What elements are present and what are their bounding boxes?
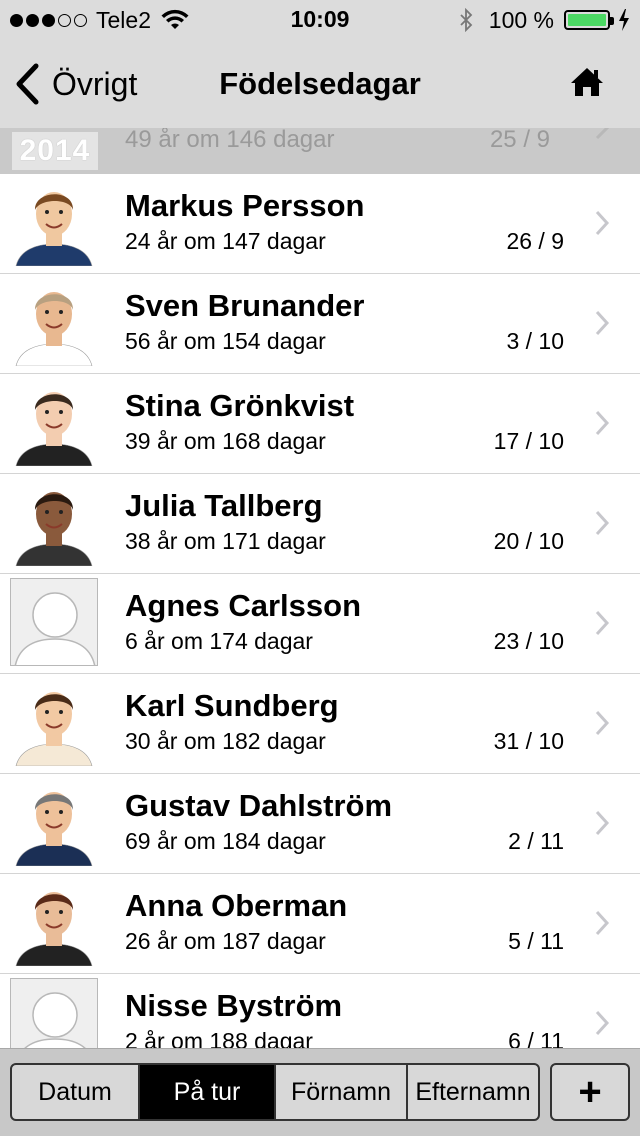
battery-fill	[568, 14, 606, 26]
person-name: Karl Sundberg	[125, 688, 339, 723]
birthday-list: Markus Persson 24 år om 147 dagar 26 / 9 Sv…	[0, 174, 640, 1048]
status-right: 100 %	[459, 6, 630, 34]
chevron-right-icon	[595, 1010, 610, 1036]
age-countdown: 6 år om 174 dagar	[125, 628, 313, 654]
list-item[interactable]: Nisse Byström 2 år om 188 dagar 6 / 11	[0, 974, 640, 1048]
chevron-right-icon	[595, 410, 610, 436]
home-icon[interactable]	[570, 66, 604, 98]
chevron-right-icon	[595, 128, 610, 140]
navigation-bar: Övrigt Födelsedagar	[0, 40, 640, 128]
avatar	[10, 778, 98, 866]
age-countdown: 30 år om 182 dagar	[125, 728, 326, 754]
list-item[interactable]: Karl Sundberg 30 år om 182 dagar 31 / 10	[0, 674, 640, 774]
avatar	[10, 678, 98, 766]
age-countdown: 26 år om 187 dagar	[125, 928, 326, 954]
age-countdown: 39 år om 168 dagar	[125, 428, 326, 454]
battery-percent: 100 %	[488, 6, 554, 33]
age-countdown: 24 år om 147 dagar	[125, 228, 326, 254]
birthday-date: 23 / 10	[493, 628, 564, 654]
battery-icon	[564, 10, 614, 30]
birthday-date: 31 / 10	[493, 728, 564, 754]
person-name: Anna Oberman	[125, 888, 348, 923]
chevron-right-icon	[595, 710, 610, 736]
list-item[interactable]: Agnes Carlsson 6 år om 174 dagar 23 / 10	[0, 574, 640, 674]
section-year: 2014	[12, 132, 98, 170]
person-name: Stina Grönkvist	[125, 388, 355, 423]
avatar	[10, 878, 98, 966]
age-countdown: 2 år om 188 dagar	[125, 1028, 313, 1048]
list-item[interactable]: Gustav Dahlström 69 år om 184 dagar 2 / 11	[0, 774, 640, 874]
avatar-placeholder-icon	[10, 978, 98, 1048]
bluetooth-icon	[460, 8, 473, 32]
avatar	[10, 278, 98, 366]
birthday-date: 5 / 11	[508, 928, 564, 954]
list-item[interactable]: Julia Tallberg 38 år om 171 dagar 20 / 10	[0, 474, 640, 574]
list-item[interactable]: Sven Brunander 56 år om 154 dagar 3 / 10	[0, 274, 640, 374]
segment-fornamn[interactable]: Förnamn	[276, 1065, 408, 1119]
page-title: Födelsedagar	[219, 66, 421, 101]
segment-pa-tur[interactable]: På tur	[140, 1065, 276, 1119]
list-item[interactable]: Stina Grönkvist 39 år om 168 dagar 17 / 10	[0, 374, 640, 474]
birthday-date: 3 / 10	[506, 328, 564, 354]
segment-datum[interactable]: Datum	[12, 1065, 140, 1119]
list-item[interactable]: Anna Oberman 26 år om 187 dagar 5 / 11	[0, 874, 640, 974]
birthday-date: 26 / 9	[506, 228, 564, 254]
chevron-right-icon	[595, 610, 610, 636]
chevron-right-icon	[595, 810, 610, 836]
birthday-date: 2 / 11	[508, 828, 564, 854]
avatar	[10, 378, 98, 466]
previous-row-date: 25 / 9	[489, 128, 550, 153]
person-name: Markus Persson	[125, 188, 365, 223]
add-button[interactable]: +	[550, 1063, 630, 1121]
sort-segmented-control: Datum På tur Förnamn Efternamn	[10, 1063, 540, 1121]
person-name: Gustav Dahlström	[125, 788, 393, 823]
chevron-right-icon	[595, 910, 610, 936]
age-countdown: 38 år om 171 dagar	[125, 528, 326, 554]
chevron-right-icon	[595, 310, 610, 336]
person-name: Sven Brunander	[125, 288, 365, 323]
status-bar: Tele2 10:09 100 %	[0, 0, 640, 40]
birthday-date: 20 / 10	[493, 528, 564, 554]
avatar-placeholder-icon	[10, 578, 98, 666]
charging-bolt-icon	[619, 9, 629, 31]
chevron-right-icon	[595, 210, 610, 236]
list-item[interactable]: Markus Persson 24 år om 147 dagar 26 / 9	[0, 174, 640, 274]
bottom-toolbar: Datum På tur Förnamn Efternamn +	[0, 1048, 640, 1136]
age-countdown: 56 år om 154 dagar	[125, 328, 326, 354]
age-countdown: 69 år om 184 dagar	[125, 828, 326, 854]
chevron-right-icon	[595, 510, 610, 536]
segment-efternamn[interactable]: Efternamn	[408, 1065, 538, 1119]
avatar	[10, 178, 98, 266]
previous-row-subtitle: 49 år om 146 dagar	[125, 128, 335, 153]
person-name: Julia Tallberg	[125, 488, 323, 523]
section-header: 49 år om 146 dagar 25 / 9 2014	[0, 128, 640, 174]
avatar	[10, 478, 98, 566]
birthday-date: 17 / 10	[493, 428, 564, 454]
birthday-date: 6 / 11	[508, 1028, 564, 1048]
person-name: Nisse Byström	[125, 988, 343, 1023]
person-name: Agnes Carlsson	[125, 588, 362, 623]
